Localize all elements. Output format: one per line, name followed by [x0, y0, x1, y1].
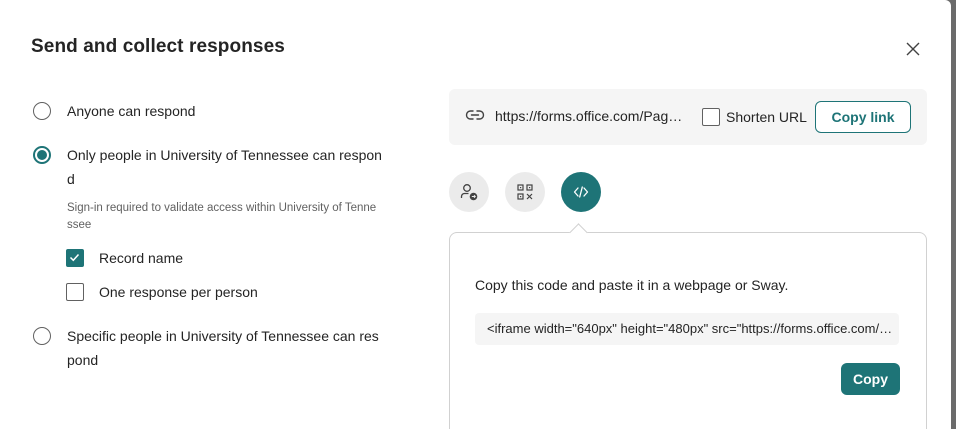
radio-specific-people-label[interactable]: Specific people in University of Tenness… — [67, 324, 385, 372]
copy-embed-button[interactable]: Copy — [841, 363, 900, 395]
embed-code-text[interactable]: <iframe width="640px" height="480px" src… — [487, 321, 893, 336]
share-person-icon — [460, 184, 478, 201]
embed-code-icon — [573, 186, 589, 198]
dialog-title: Send and collect responses — [31, 36, 285, 57]
link-icon — [465, 110, 485, 120]
radio-specific-people[interactable] — [33, 327, 51, 345]
shorten-url-label[interactable]: Shorten URL — [726, 108, 807, 126]
close-button[interactable] — [900, 36, 926, 62]
radio-anyone-label[interactable]: Anyone can respond — [67, 99, 385, 123]
checkmark-icon — [69, 253, 80, 262]
radio-anyone[interactable] — [33, 102, 51, 120]
radio-org-only-label[interactable]: Only people in University of Tennessee c… — [67, 143, 385, 191]
embed-code-button[interactable] — [561, 172, 601, 212]
record-name-checkbox[interactable] — [66, 249, 84, 267]
qr-code-icon — [517, 184, 533, 200]
close-icon — [906, 42, 920, 56]
signin-hint: Sign-in required to validate access with… — [67, 202, 377, 231]
embed-instruction: Copy this code and paste it in a webpage… — [475, 277, 789, 293]
send-dialog: Send and collect responses Anyone can re… — [0, 0, 951, 429]
one-response-checkbox[interactable] — [66, 283, 84, 301]
one-response-label[interactable]: One response per person — [99, 283, 258, 301]
shorten-url-checkbox[interactable] — [702, 108, 720, 126]
radio-org-only[interactable] — [33, 146, 51, 164]
copy-link-button[interactable]: Copy link — [815, 101, 911, 133]
embed-panel: Copy this code and paste it in a webpage… — [449, 232, 927, 429]
qr-code-button[interactable] — [505, 172, 545, 212]
share-url[interactable]: https://forms.office.com/Pages/ResponseP… — [495, 108, 687, 124]
record-name-label[interactable]: Record name — [99, 249, 183, 267]
share-link-bar: https://forms.office.com/Pages/ResponseP… — [449, 89, 927, 145]
embed-code-box[interactable]: <iframe width="640px" height="480px" src… — [475, 313, 899, 345]
share-person-button[interactable] — [449, 172, 489, 212]
